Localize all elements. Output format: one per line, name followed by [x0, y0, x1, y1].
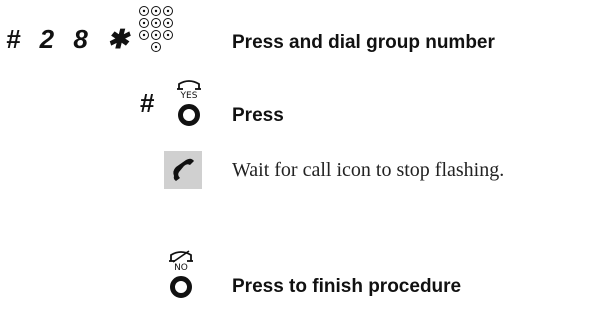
dial-code: # 2 8 ✱: [6, 24, 135, 54]
step2-label: Press: [232, 105, 284, 126]
step1-label: Press and dial group number: [232, 32, 495, 53]
phone-handset-icon: [173, 158, 194, 181]
step3-label: Wait for call icon to stop flashing.: [232, 159, 505, 181]
handset-down-icon: [169, 250, 193, 263]
yes-key-icon[interactable]: YES: [174, 79, 204, 129]
no-key-caption: NO: [174, 263, 188, 273]
handset-call-icon: [164, 151, 202, 189]
yes-key-caption: YES: [180, 91, 198, 101]
yes-key-button-icon: [178, 104, 200, 126]
handset-up-icon: [177, 80, 201, 90]
no-key-button-icon: [170, 276, 192, 298]
step4-label: Press to finish procedure: [232, 276, 462, 297]
no-key-icon[interactable]: NO: [166, 250, 196, 300]
hash-key: #: [140, 88, 155, 118]
keypad-icon: [139, 6, 173, 52]
